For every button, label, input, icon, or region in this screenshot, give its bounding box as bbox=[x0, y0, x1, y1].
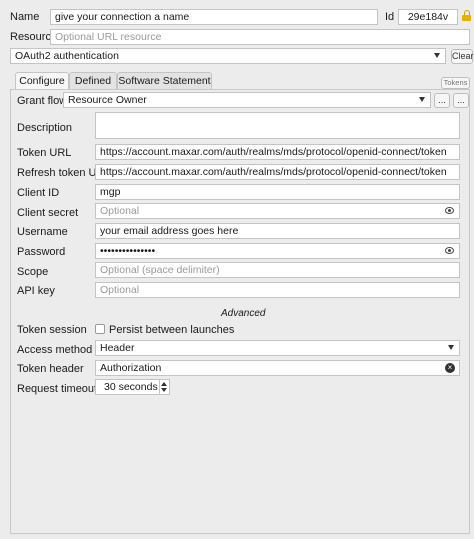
client-id-label: Client ID bbox=[17, 187, 60, 199]
auth-config-dialog: { "header": { "name_label": "Name", "nam… bbox=[0, 0, 474, 539]
token-header-value: Authorization bbox=[100, 362, 162, 374]
chevron-down-icon bbox=[419, 97, 425, 102]
request-timeout-spinbox[interactable]: 30 seconds bbox=[95, 379, 170, 395]
api-key-label: API key bbox=[17, 285, 55, 297]
description-label: Description bbox=[17, 122, 73, 134]
auth-method-select[interactable]: OAuth2 authentication bbox=[10, 48, 446, 64]
persist-label: Persist between launches bbox=[109, 324, 235, 336]
grant-flow-value: Resource Owner bbox=[68, 94, 147, 106]
access-method-select[interactable]: Header bbox=[95, 340, 460, 356]
stepper-icon[interactable] bbox=[159, 380, 168, 394]
resource-input[interactable]: Optional URL resource bbox=[50, 29, 470, 45]
token-header-label: Token header bbox=[17, 363, 84, 375]
grant-flow-import-button[interactable]: ... bbox=[434, 93, 450, 108]
request-timeout-value: 30 seconds bbox=[104, 381, 158, 393]
password-label: Password bbox=[17, 246, 66, 258]
access-method-label: Access method bbox=[17, 344, 93, 356]
lock-icon[interactable] bbox=[462, 10, 471, 21]
clear-button[interactable]: Clear bbox=[451, 49, 474, 64]
scope-field[interactable]: Optional (space delimiter) bbox=[95, 262, 460, 278]
chevron-down-icon bbox=[434, 53, 440, 58]
client-secret-field[interactable]: Optional bbox=[95, 203, 460, 219]
advanced-section-title: Advanced bbox=[221, 308, 266, 319]
token-url-label: Token URL bbox=[17, 147, 72, 159]
description-field[interactable] bbox=[95, 112, 460, 139]
clear-icon[interactable]: × bbox=[445, 363, 455, 373]
id-field[interactable]: 29e184v bbox=[398, 9, 458, 25]
token-header-field[interactable]: Authorization × bbox=[95, 360, 460, 376]
grant-flow-label: Grant flow bbox=[17, 95, 68, 107]
tab-defined[interactable]: Defined bbox=[69, 72, 117, 89]
username-label: Username bbox=[17, 226, 68, 238]
token-session-label: Token session bbox=[17, 324, 87, 336]
name-field[interactable]: give your connection a name bbox=[50, 9, 378, 25]
name-label: Name bbox=[10, 11, 40, 23]
tab-software-statement[interactable]: Software Statement bbox=[117, 72, 212, 89]
password-value: ••••••••••••••• bbox=[100, 245, 156, 257]
client-secret-label: Client secret bbox=[17, 207, 79, 219]
grant-flow-select[interactable]: Resource Owner bbox=[63, 92, 431, 108]
refresh-token-url-field[interactable]: https://account.maxar.com/auth/realms/md… bbox=[95, 164, 460, 180]
client-secret-placeholder: Optional bbox=[100, 205, 140, 217]
tab-configure[interactable]: Configure bbox=[15, 72, 69, 90]
username-field[interactable]: your email address goes here bbox=[95, 223, 460, 239]
eye-icon[interactable] bbox=[445, 207, 454, 214]
chevron-down-icon bbox=[448, 345, 454, 350]
tokens-button[interactable]: Tokens bbox=[441, 77, 470, 89]
access-method-value: Header bbox=[100, 342, 135, 354]
eye-icon[interactable] bbox=[445, 247, 454, 254]
auth-method-value: OAuth2 authentication bbox=[15, 50, 119, 62]
request-timeout-label: Request timeout bbox=[17, 383, 98, 395]
id-label: Id bbox=[385, 11, 395, 23]
grant-flow-export-button[interactable]: ... bbox=[453, 93, 469, 108]
persist-checkbox[interactable] bbox=[95, 324, 105, 334]
token-url-field[interactable]: https://account.maxar.com/auth/realms/md… bbox=[95, 144, 460, 160]
api-key-field[interactable]: Optional bbox=[95, 282, 460, 298]
password-field[interactable]: ••••••••••••••• bbox=[95, 243, 460, 259]
client-id-field[interactable]: mgp bbox=[95, 184, 460, 200]
scope-label: Scope bbox=[17, 266, 49, 278]
